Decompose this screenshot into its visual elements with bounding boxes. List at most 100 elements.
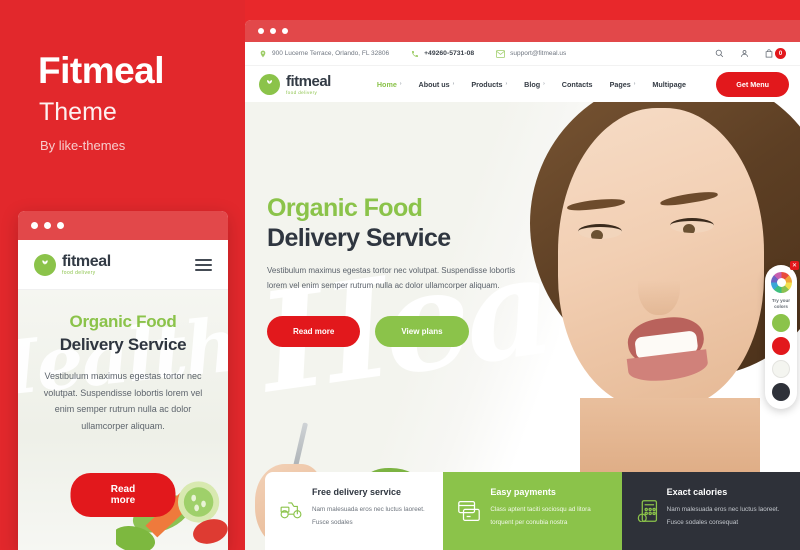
leaf-icon: [259, 73, 280, 95]
nav-links: Home › About us › Products › Blog › Cont…: [377, 80, 686, 89]
hamburger-menu-icon[interactable]: [195, 258, 212, 271]
nav-item-products[interactable]: Products ›: [471, 80, 507, 89]
read-more-button[interactable]: Read more: [267, 315, 361, 347]
feature-card-free-delivery[interactable]: Free delivery service Nam malesuada eros…: [265, 472, 444, 550]
feature-card-title: Easy payments: [490, 487, 556, 497]
window-dot-icon: [57, 222, 64, 229]
calorie-calculator-icon: [636, 500, 658, 527]
hero-copy: Organic Food Delivery Service Vestibulum…: [267, 194, 529, 347]
topbar-email[interactable]: support@fitmeal.us: [496, 49, 567, 58]
location-pin-icon: [260, 50, 266, 57]
feature-card-easy-payments[interactable]: Easy payments Class aptent taciti socios…: [443, 472, 622, 550]
mobile-logo-tagline: food delivery: [62, 269, 96, 276]
mobile-logo-text: fitmeal food delivery: [62, 252, 111, 276]
color-wheel-icon[interactable]: [770, 272, 792, 293]
nav-item-pages[interactable]: Pages ›: [610, 80, 636, 89]
mobile-read-more-button[interactable]: Read more: [70, 473, 176, 517]
nav-item-blog[interactable]: Blog ›: [524, 80, 545, 89]
topbar-phone-text: +49260-5731-08: [424, 50, 475, 57]
nav-item-multipage[interactable]: Multipage: [652, 80, 686, 89]
topbar-address: 900 Lucerne Terrace, Orlando, FL 32806: [259, 50, 389, 58]
nav-item-label: Products: [471, 79, 503, 89]
feature-card-body: Free delivery service Nam malesuada eros…: [312, 487, 431, 530]
hero-heading-line1: Organic Food: [267, 194, 423, 222]
nav-item-about-us[interactable]: About us ›: [419, 80, 455, 89]
chevron-right-icon: ›: [452, 81, 455, 87]
feature-card-title: Exact calories: [666, 487, 728, 497]
hero-buttons: Read more View plans: [267, 315, 529, 347]
mobile-hero-heading-line2: Delivery Service: [59, 335, 187, 354]
window-dot-icon[interactable]: [258, 28, 264, 34]
promo-author: By like-themes: [40, 138, 126, 153]
site-logo-tagline: food delivery: [286, 89, 318, 95]
browser-titlebar: [245, 20, 800, 42]
topbar-icons: 0: [715, 48, 786, 59]
mobile-titlebar: [18, 211, 228, 240]
promo-panel: Fitmeal Theme By like-themes fitmeal foo…: [0, 0, 245, 550]
feature-card-text: Nam malesuada eros nec luctus laoreet. F…: [666, 506, 780, 527]
nav-item-label: Multipage: [652, 79, 686, 89]
window-dot-icon[interactable]: [270, 28, 276, 34]
feature-card-exact-calories[interactable]: Exact calories Nam malesuada eros nec lu…: [621, 472, 800, 550]
chevron-right-icon: ›: [543, 81, 545, 87]
envelope-icon: [496, 49, 506, 58]
window-dot-icon[interactable]: [282, 28, 288, 34]
color-swatch-green[interactable]: [772, 314, 790, 333]
mobile-hero-paragraph: Vestibulum maximus egestas tortor nec vo…: [43, 371, 203, 431]
browser-window: 900 Lucerne Terrace, Orlando, FL 32806 +…: [245, 20, 800, 550]
feature-card-text: Nam malesuada eros nec luctus laoreet. F…: [312, 506, 425, 527]
color-swatch-light[interactable]: [772, 360, 790, 379]
window-dot-icon: [44, 222, 51, 229]
feature-card-text: Class aptent taciti sociosqu ad litora t…: [490, 506, 591, 527]
credit-card-icon: [457, 500, 481, 527]
chevron-right-icon: ›: [399, 81, 402, 87]
nav-item-home[interactable]: Home ›: [377, 80, 402, 89]
cart-icon[interactable]: 0: [765, 48, 786, 59]
promo-title: Fitmeal: [38, 50, 165, 91]
mobile-hero: Healthy Organic Food Delivery Service Ve…: [18, 290, 228, 550]
get-menu-button[interactable]: Get Menu: [716, 71, 789, 97]
hero-heading-line2: Delivery Service: [267, 223, 451, 252]
photo-nose: [638, 257, 680, 315]
nav-item-label: Blog: [524, 79, 541, 89]
leaf-icon: [34, 253, 56, 276]
hero-paragraph: Vestibulum maximus egestas tortor nec vo…: [267, 266, 516, 290]
window-dot-icon: [31, 222, 38, 229]
photo-eye: [578, 224, 622, 239]
feature-card-body: Easy payments Class aptent taciti socios…: [490, 487, 609, 530]
color-picker-widget[interactable]: ✕ Try your colors: [765, 261, 799, 410]
cart-count-badge: 0: [775, 48, 786, 59]
chevron-right-icon: ›: [505, 81, 508, 87]
search-icon[interactable]: [715, 49, 724, 58]
topbar-address-text: 900 Lucerne Terrace, Orlando, FL 32806: [272, 50, 390, 57]
mobile-logo-name: fitmeal: [62, 252, 111, 270]
delivery-scooter-icon: [279, 500, 303, 525]
feature-card-body: Exact calories Nam malesuada eros nec lu…: [667, 487, 788, 530]
phone-icon: [412, 50, 419, 57]
site-logo-name: fitmeal: [286, 72, 331, 90]
feature-card-title: Free delivery service: [312, 487, 402, 497]
nav-item-contacts[interactable]: Contacts: [562, 80, 593, 89]
user-account-icon[interactable]: [740, 49, 749, 58]
view-plans-button[interactable]: View plans: [375, 315, 469, 347]
color-swatch-dark[interactable]: [772, 383, 790, 402]
mobile-hero-heading-line1: Organic Food: [69, 312, 177, 331]
close-icon[interactable]: ✕: [790, 261, 799, 270]
mobile-logo[interactable]: fitmeal food delivery: [34, 252, 111, 276]
feature-cards: Free delivery service Nam malesuada eros…: [265, 472, 800, 550]
mobile-preview: fitmeal food delivery Healthy Organic Fo…: [18, 211, 228, 550]
nav-item-label: Contacts: [561, 79, 593, 89]
chevron-right-icon: ›: [633, 81, 636, 87]
topbar-email-text: support@fitmeal.us: [510, 50, 567, 57]
topbar-phone[interactable]: +49260-5731-08: [411, 50, 474, 58]
site-logo-text: fitmeal food delivery: [286, 74, 331, 95]
color-swatch-red[interactable]: [772, 337, 790, 356]
mobile-header: fitmeal food delivery: [18, 240, 228, 290]
photo-eye: [670, 218, 714, 233]
nav-item-label: Pages: [609, 79, 631, 89]
nav-item-label: About us: [418, 79, 450, 89]
site-logo[interactable]: fitmeal food delivery: [259, 73, 331, 95]
main-navbar: fitmeal food delivery Home › About us › …: [245, 66, 800, 102]
promo-subtitle: Theme: [39, 98, 117, 126]
hero-section: Healthy Organic Food Delivery Service Ve…: [245, 102, 800, 550]
